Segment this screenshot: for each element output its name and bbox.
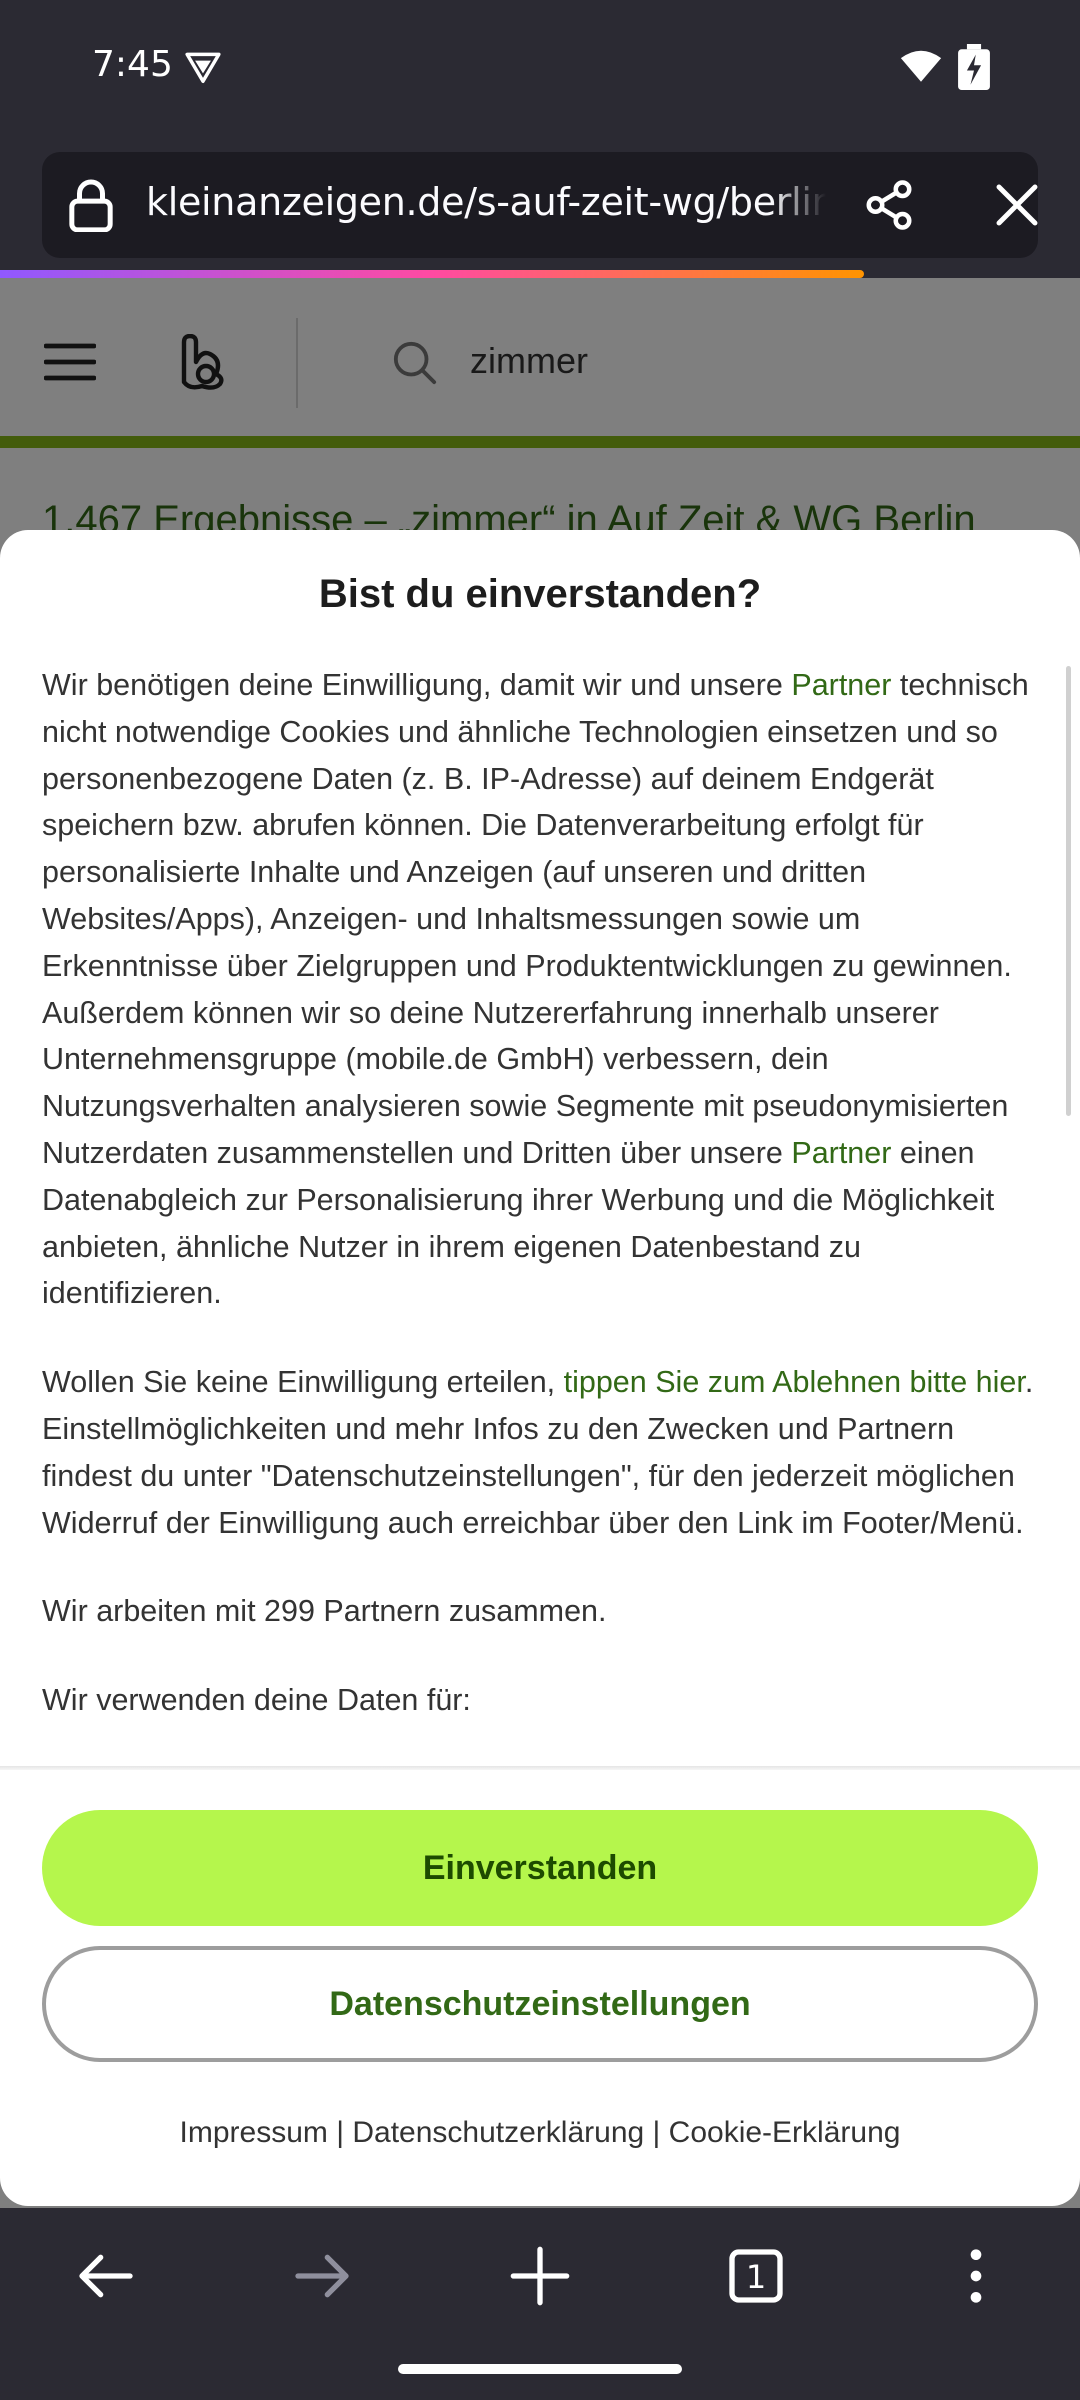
impressum-link[interactable]: Impressum (180, 2116, 328, 2149)
data-usage-heading: Wir verwenden deine Daten für: (42, 1683, 471, 1718)
tab-count: 1 (746, 2258, 766, 2296)
decline-link[interactable]: tippen Sie zum Ablehnen bitte hier (564, 1365, 1025, 1399)
footer-separator: | (644, 2116, 669, 2149)
consent-text-segment: Wir benötigen deine Einwilligung, damit … (42, 668, 792, 702)
tabs-counter-icon[interactable]: 1 (724, 2244, 788, 2308)
back-arrow-icon[interactable] (74, 2244, 138, 2308)
consent-scrollbar[interactable] (1066, 666, 1071, 1116)
close-icon[interactable] (990, 178, 1044, 232)
share-icon[interactable] (862, 178, 916, 232)
more-menu-icon[interactable] (944, 2244, 1008, 2308)
home-gesture-bar[interactable] (398, 2364, 682, 2374)
battery-charging-icon (958, 44, 990, 90)
forward-arrow-icon[interactable] (290, 2244, 354, 2308)
consent-text-segment: Wollen Sie keine Einwilligung erteilen, (42, 1365, 564, 1400)
footer-separator: | (327, 2116, 353, 2149)
partner-link[interactable]: Partner (791, 668, 891, 702)
consent-text[interactable]: Wir benötigen deine Einwilligung, damit … (42, 662, 1042, 1762)
new-tab-plus-icon[interactable] (508, 2244, 572, 2308)
privacy-policy-link[interactable]: Datenschutzerklärung (352, 2116, 644, 2149)
consent-dialog: Bist du einverstanden? Wir benötigen dei… (0, 530, 1080, 2206)
page-load-progress (0, 270, 864, 278)
partner-count-text: Wir arbeiten mit 299 Partnern zusammen. (42, 1594, 607, 1629)
address-bar[interactable]: kleinanzeigen.de/s-auf-zeit-wg/berlin (42, 152, 1038, 258)
consent-title: Bist du einverstanden? (318, 572, 762, 616)
url-text[interactable]: kleinanzeigen.de/s-auf-zeit-wg/berlin (146, 180, 826, 224)
partner-link[interactable]: Partner (791, 1136, 891, 1170)
status-bar: 7:45 (0, 0, 1080, 140)
status-time: 7:45 (92, 44, 173, 85)
consent-paragraph-2: Wollen Sie keine Einwilligung erteilen, … (42, 1359, 1042, 1546)
vpn-icon (185, 52, 221, 83)
accept-button[interactable]: Einverstanden (42, 1810, 1038, 1926)
cookie-policy-link[interactable]: Cookie-Erklärung (669, 2116, 901, 2149)
wifi-icon (900, 50, 942, 82)
consent-footer-links: Impressum | Datenschutzerklärung | Cooki… (0, 2116, 1080, 2150)
privacy-settings-button[interactable]: Datenschutzeinstellungen (42, 1946, 1038, 2062)
dialog-divider (0, 1766, 1080, 1770)
consent-text-segment: technisch nicht notwendige Cookies und ä… (42, 668, 1029, 1170)
consent-paragraph-1: Wir benötigen deine Einwilligung, damit … (42, 662, 1042, 1317)
lock-icon[interactable] (68, 178, 114, 232)
